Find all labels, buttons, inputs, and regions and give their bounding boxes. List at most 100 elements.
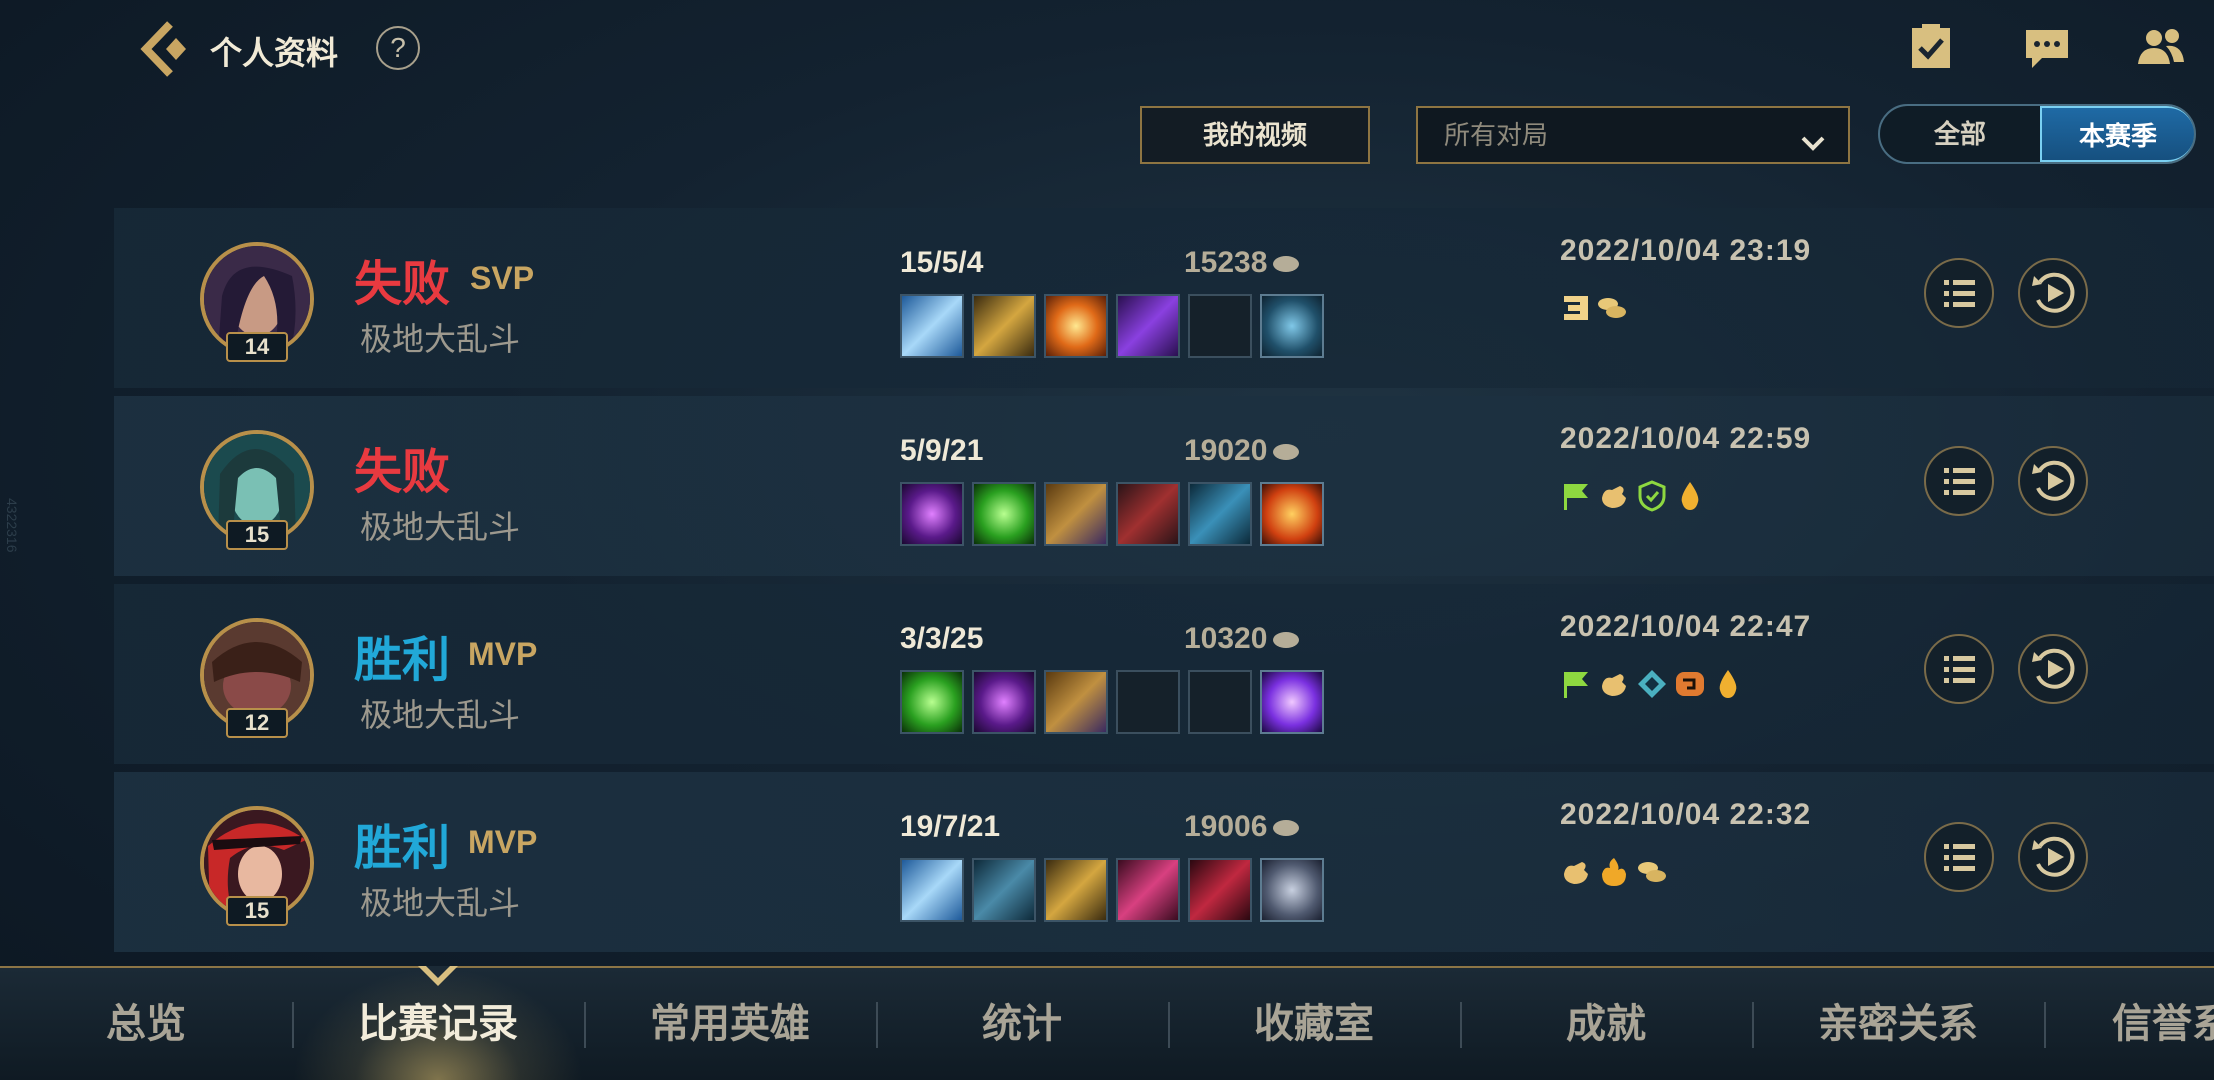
match-type-dropdown[interactable]: 所有对局 xyxy=(1416,106,1850,164)
kda: 15/5/4 xyxy=(900,246,984,279)
golden-blade-item[interactable] xyxy=(972,294,1036,358)
match-details-button[interactable] xyxy=(1924,258,1994,328)
gold-value: 10320 xyxy=(1184,622,1268,655)
match-details-button[interactable] xyxy=(1924,822,1994,892)
game-mode: 极地大乱斗 xyxy=(360,697,521,733)
match-details-button[interactable] xyxy=(1924,634,1994,704)
season-toggle[interactable]: 全部 本赛季 xyxy=(1878,104,2196,164)
match-timestamp: 2022/10/04 23:19 xyxy=(1560,234,1812,267)
heal-icon xyxy=(1674,668,1706,700)
replay-button[interactable] xyxy=(2018,822,2088,892)
match-type-value: 所有对局 xyxy=(1444,120,1549,150)
champion-level: 15 xyxy=(226,520,288,550)
sun-item[interactable] xyxy=(1044,294,1108,358)
gold-icon xyxy=(1273,820,1300,837)
hand-icon xyxy=(1598,668,1630,700)
crimson-dagger-item[interactable] xyxy=(1188,858,1252,922)
lantern-item[interactable] xyxy=(1260,294,1324,358)
side-code: 4322316 xyxy=(4,498,20,553)
chat-icon[interactable] xyxy=(2022,22,2072,72)
blue-spear-item[interactable] xyxy=(900,858,964,922)
friends-icon[interactable] xyxy=(2136,22,2186,72)
green-orb-item[interactable] xyxy=(972,482,1036,546)
gold-icon xyxy=(1273,632,1300,649)
replay-button[interactable] xyxy=(2018,446,2088,516)
purple-crystal-item[interactable] xyxy=(972,670,1036,734)
crossbow-item[interactable] xyxy=(972,858,1036,922)
blue-spear-item[interactable] xyxy=(900,294,964,358)
kda: 3/3/25 xyxy=(900,622,984,655)
champion-level: 15 xyxy=(226,896,288,926)
performance-badge: MVP xyxy=(468,636,538,672)
hand-icon xyxy=(1598,480,1630,512)
amber-staff-item[interactable] xyxy=(1044,670,1108,734)
golden-blade-item[interactable] xyxy=(1044,858,1108,922)
replay-button[interactable] xyxy=(2018,258,2088,328)
page-title: 个人资料 xyxy=(210,35,339,71)
active-tab-indicator-icon xyxy=(418,966,458,988)
replay-button[interactable] xyxy=(2018,634,2088,704)
gold-earned: 19020 xyxy=(1184,434,1300,468)
match-result: 胜利 xyxy=(354,634,451,687)
kda: 5/9/21 xyxy=(900,434,984,467)
kda: 19/7/21 xyxy=(900,810,1001,843)
green-orb-item[interactable] xyxy=(900,670,964,734)
ghost-poro-item[interactable] xyxy=(1260,858,1324,922)
gold-coins-icon xyxy=(1596,292,1628,324)
tab-favorite-champions[interactable]: 常用英雄 xyxy=(584,968,876,1080)
tab-collection[interactable]: 收藏室 xyxy=(1168,968,1460,1080)
gold-icon xyxy=(1273,256,1300,273)
match-result: 胜利 xyxy=(354,822,451,875)
amber-staff-item[interactable] xyxy=(1044,482,1108,546)
match-result: 失败 xyxy=(354,258,451,311)
match-details-button[interactable] xyxy=(1924,446,1994,516)
empty-item-slot xyxy=(1188,294,1252,358)
match-timestamp: 2022/10/04 22:47 xyxy=(1560,610,1812,643)
performance-badge: SVP xyxy=(470,260,535,296)
gold-earned: 19006 xyxy=(1184,810,1300,844)
purple-crystal-item[interactable] xyxy=(900,482,964,546)
my-videos-button[interactable]: 我的视频 xyxy=(1140,106,1370,164)
match-row[interactable]: 15 胜利 MVP 极地大乱斗 19/7/21 19006 2022/10/04… xyxy=(114,772,2214,952)
gold-value: 19006 xyxy=(1184,810,1268,843)
gold-earned: 10320 xyxy=(1184,622,1300,656)
shield-icon xyxy=(1636,668,1668,700)
flag-icon xyxy=(1560,480,1592,512)
tab-relationships[interactable]: 亲密关系 xyxy=(1752,968,2044,1080)
tab-honor[interactable]: 信誉系 xyxy=(2044,968,2214,1080)
chevron-down-icon xyxy=(1798,122,1828,152)
pink-blade-item[interactable] xyxy=(1116,858,1180,922)
dark-knight-item[interactable] xyxy=(1116,482,1180,546)
gold-earned: 15238 xyxy=(1184,246,1300,280)
performance-badge: MVP xyxy=(468,824,538,860)
gold-value: 19020 xyxy=(1184,434,1268,467)
toggle-all[interactable]: 全部 xyxy=(1880,106,2040,162)
toggle-current-season[interactable]: 本赛季 xyxy=(2040,106,2194,162)
fire-shield-item[interactable] xyxy=(1260,482,1324,546)
gold-icon xyxy=(1273,444,1300,461)
game-mode: 极地大乱斗 xyxy=(360,885,521,921)
flag-icon xyxy=(1560,668,1592,700)
hand-icon xyxy=(1560,856,1592,888)
gold-coins-icon xyxy=(1636,856,1668,888)
tab-achievements[interactable]: 成就 xyxy=(1460,968,1752,1080)
help-icon[interactable]: ? xyxy=(376,26,420,70)
fire-icon xyxy=(1598,856,1630,888)
drop-icon xyxy=(1674,480,1706,512)
checklist-icon[interactable] xyxy=(1906,22,1956,72)
match-result: 失败 xyxy=(354,446,451,499)
match-row[interactable]: 15 失败 极地大乱斗 5/9/21 19020 2022/10/04 22:5… xyxy=(114,396,2214,576)
back-icon[interactable] xyxy=(136,20,192,78)
purple-whip-item[interactable] xyxy=(1116,294,1180,358)
tab-overview[interactable]: 总览 xyxy=(0,968,292,1080)
match-list[interactable]: 14 失败 SVP 极地大乱斗 15/5/4 15238 2022/10/04 … xyxy=(114,208,2214,964)
match-timestamp: 2022/10/04 22:32 xyxy=(1560,798,1812,831)
purple-comet-item[interactable] xyxy=(1260,670,1324,734)
game-mode: 极地大乱斗 xyxy=(360,321,521,357)
blue-armor-item[interactable] xyxy=(1188,482,1252,546)
shield-icon xyxy=(1636,480,1668,512)
match-row[interactable]: 14 失败 SVP 极地大乱斗 15/5/4 15238 2022/10/04 … xyxy=(114,208,2214,388)
tab-stats[interactable]: 统计 xyxy=(876,968,1168,1080)
empty-item-slot xyxy=(1116,670,1180,734)
match-row[interactable]: 12 胜利 MVP 极地大乱斗 3/3/25 10320 2022/10/04 … xyxy=(114,584,2214,764)
